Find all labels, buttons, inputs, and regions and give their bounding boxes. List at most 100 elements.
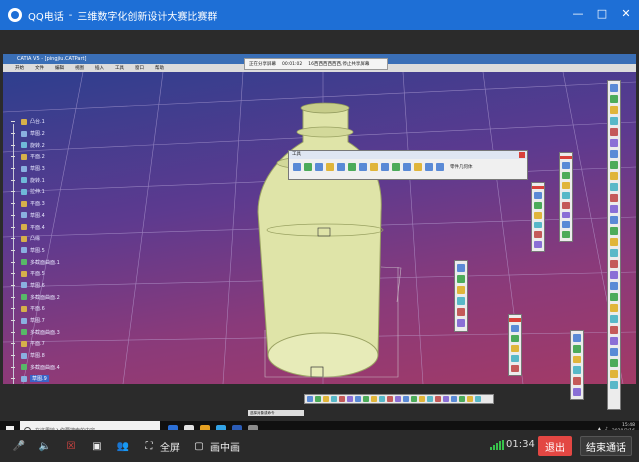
toolbar-icon[interactable]	[610, 238, 618, 246]
toolbar-icon[interactable]	[511, 334, 519, 342]
tree-node[interactable]: 多截面曲面.2	[11, 291, 171, 303]
tree-node[interactable]: 草图.6	[11, 280, 171, 292]
menu-item[interactable]: 窗口	[135, 65, 144, 71]
menu-item[interactable]: 文件	[35, 65, 44, 71]
toolbar-icon[interactable]	[573, 388, 581, 396]
menu-item[interactable]: 视图	[75, 65, 84, 71]
bottom-tool-icon[interactable]	[315, 396, 321, 402]
toolbar-icon[interactable]	[610, 381, 618, 389]
toolbar-icon[interactable]	[534, 221, 542, 229]
bottom-tool-icon[interactable]	[435, 396, 441, 402]
fullscreen-button[interactable]: ⛶ 全屏	[142, 439, 181, 454]
menu-item[interactable]: 插入	[95, 65, 104, 71]
tool-icon[interactable]	[381, 163, 389, 171]
tools-toolbar-panel[interactable]: 工具 零件几何体	[288, 150, 528, 180]
toolbar-icon[interactable]	[610, 216, 618, 224]
bottom-tool-icon[interactable]	[355, 396, 361, 402]
tree-node[interactable]: 多截面曲面.1	[11, 256, 171, 268]
right-toolbar[interactable]	[607, 80, 621, 410]
menu-item[interactable]: 帮助	[155, 65, 164, 71]
tree-node[interactable]: 平面.5	[11, 268, 171, 280]
tree-node[interactable]: 多截面曲面.4	[11, 361, 171, 373]
toolbar-icon[interactable]	[610, 139, 618, 147]
bottom-tool-icon[interactable]	[347, 396, 353, 402]
toolbar-icon[interactable]	[534, 202, 542, 209]
minimize-icon[interactable]: —	[571, 6, 585, 20]
tree-node[interactable]: 拉伸.1	[11, 186, 171, 198]
toolbar-icon[interactable]	[534, 241, 542, 248]
end-call-button[interactable]: 结束通话	[580, 436, 632, 456]
toolbar-icon[interactable]	[573, 366, 581, 375]
tree-node[interactable]: 草图.3	[11, 163, 171, 175]
floating-toolbar-a[interactable]	[531, 182, 545, 252]
floating-toolbar-c[interactable]	[454, 260, 468, 332]
tree-node[interactable]: 凸台.1	[11, 116, 171, 128]
toolbar-icon[interactable]	[511, 364, 519, 373]
toolbar-icon[interactable]	[610, 106, 618, 114]
pip-button[interactable]: ▢ 画中画	[192, 439, 240, 454]
invite-icon[interactable]: 👥	[116, 439, 130, 453]
toolbar-icon[interactable]	[534, 231, 542, 239]
maximize-icon[interactable]: □	[595, 6, 609, 20]
bottom-tool-icon[interactable]	[467, 396, 473, 402]
bottom-tool-icon[interactable]	[323, 396, 329, 402]
bottom-tool-icon[interactable]	[395, 396, 401, 402]
toolbar-icon[interactable]	[610, 304, 618, 312]
toolbar-icon[interactable]	[562, 191, 570, 199]
bottom-tool-icon[interactable]	[459, 396, 465, 402]
tree-node[interactable]: 旋转.2	[11, 139, 171, 151]
camera-off-icon[interactable]: ☒	[64, 439, 78, 453]
tool-icon[interactable]	[359, 163, 367, 171]
toolbar-icon[interactable]	[610, 194, 618, 202]
toolbar-icon[interactable]	[610, 271, 618, 279]
tree-node[interactable]: 平面.2	[11, 151, 171, 163]
toolbar-icon[interactable]	[511, 344, 519, 352]
toolbar-icon[interactable]	[562, 172, 570, 180]
toolbar-icon[interactable]	[610, 95, 618, 103]
share-meeting-bar[interactable]: 正在分享屏幕 00:01:02 16西西西西西西,停止共享屏幕	[244, 58, 388, 70]
toolbar-icon[interactable]	[610, 282, 618, 290]
tree-node[interactable]: 多截面曲面.3	[11, 326, 171, 338]
speaker-icon[interactable]: 🔈	[38, 439, 52, 453]
tool-icon[interactable]	[392, 163, 400, 171]
toolbar-icon[interactable]	[573, 334, 581, 342]
toolbar-close-icon[interactable]	[509, 318, 521, 322]
toolbar-icon[interactable]	[457, 297, 465, 305]
tree-node[interactable]: 平面.6	[11, 303, 171, 315]
toolbar-icon[interactable]	[457, 264, 465, 272]
tool-icon[interactable]	[436, 163, 444, 171]
toolbar-icon[interactable]	[562, 162, 570, 170]
tool-icon[interactable]	[304, 163, 312, 171]
toolbar-icon[interactable]	[457, 286, 465, 294]
toolbar-icon[interactable]	[610, 205, 618, 213]
bottom-tool-icon[interactable]	[387, 396, 393, 402]
bottom-tool-icon[interactable]	[363, 396, 369, 402]
toolbar-icon[interactable]	[610, 337, 618, 345]
tree-node[interactable]: 平面.7	[11, 338, 171, 350]
tree-node[interactable]: 旋转.1	[11, 174, 171, 186]
toolbar-icon[interactable]	[610, 150, 618, 158]
toolbar-icon[interactable]	[610, 326, 618, 334]
toolbar-icon[interactable]	[610, 249, 618, 257]
screen-share-icon[interactable]: ▣	[90, 439, 104, 453]
toolbar-icon[interactable]	[534, 211, 542, 219]
bottom-tool-icon[interactable]	[411, 396, 417, 402]
toolbar-icon[interactable]	[534, 192, 542, 200]
toolbar-icon[interactable]	[573, 355, 581, 364]
tree-node[interactable]: 草图.2	[11, 128, 171, 140]
tool-icon[interactable]	[414, 163, 422, 171]
toolbar-close-icon[interactable]	[560, 156, 572, 160]
tool-icon[interactable]	[326, 163, 334, 171]
bottom-tool-icon[interactable]	[331, 396, 337, 402]
bottom-tool-icon[interactable]	[339, 396, 345, 402]
tree-node[interactable]: 平面.4	[11, 221, 171, 233]
toolbar-icon[interactable]	[573, 344, 581, 353]
tool-icon[interactable]	[403, 163, 411, 171]
menu-item[interactable]: 工具	[115, 65, 124, 71]
toolbar-icon[interactable]	[610, 84, 618, 92]
specification-tree[interactable]: 凸台.1 草图.2 旋转.2 平面.2 草图.3 旋转.1 拉伸.1 平面.3 草图.4 平面.4…	[11, 116, 171, 384]
toolbar-icon[interactable]	[610, 359, 618, 367]
toolbar-icon[interactable]	[457, 308, 465, 316]
toolbar-icon[interactable]	[610, 227, 618, 235]
tool-icon[interactable]	[370, 163, 378, 171]
